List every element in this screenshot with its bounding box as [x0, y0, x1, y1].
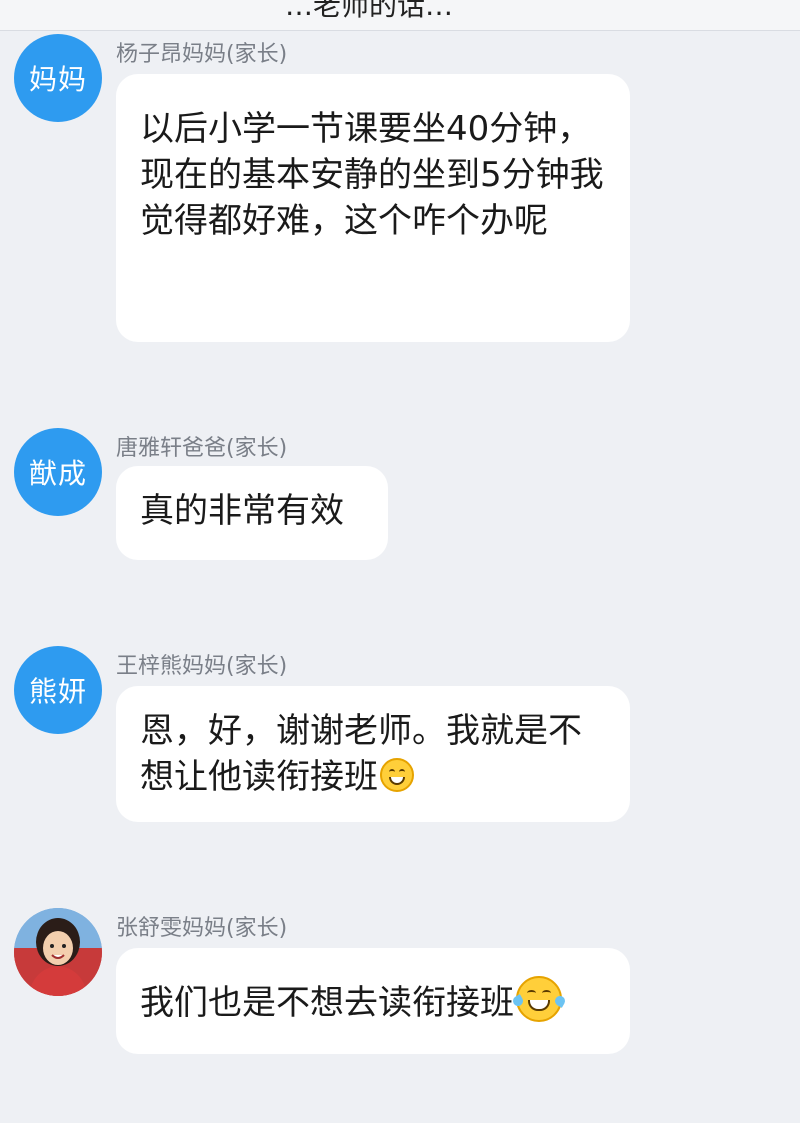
message-bubble[interactable]: 真的非常有效 [116, 466, 388, 560]
child-photo-icon [14, 908, 102, 996]
avatar[interactable]: 熊妍 [14, 646, 102, 734]
message-text: 以后小学一节课要坐40分钟，现在的基本安静的坐到5分钟我觉得都好难，这个咋个办呢 [140, 109, 604, 241]
message-bubble[interactable]: 我们也是不想去读衔接班 [116, 948, 630, 1054]
message-bubble[interactable]: 恩，好，谢谢老师。我就是不想让他读衔接班 [116, 686, 630, 822]
message-text: 我们也是不想去读衔接班 [140, 983, 514, 1023]
avatar[interactable]: 妈妈 [14, 34, 102, 122]
tears-of-joy-icon [511, 976, 567, 1022]
header-title: …老师的话… [285, 0, 454, 22]
grinning-face-icon [380, 758, 414, 792]
header-bar: …老师的话… [0, 0, 800, 31]
avatar[interactable] [14, 908, 102, 996]
sender-name: 唐雅轩爸爸(家长) [116, 436, 288, 461]
sender-name: 王梓熊妈妈(家长) [116, 654, 288, 679]
message-bubble[interactable]: 以后小学一节课要坐40分钟，现在的基本安静的坐到5分钟我觉得都好难，这个咋个办呢 [116, 74, 630, 342]
sender-name: 杨子昂妈妈(家长) [116, 42, 288, 67]
message-text: 真的非常有效 [140, 491, 344, 531]
avatar[interactable]: 猷成 [14, 428, 102, 516]
sender-name: 张舒雯妈妈(家长) [116, 916, 288, 941]
message-text: 恩，好，谢谢老师。我就是不想让他读衔接班 [140, 711, 582, 797]
